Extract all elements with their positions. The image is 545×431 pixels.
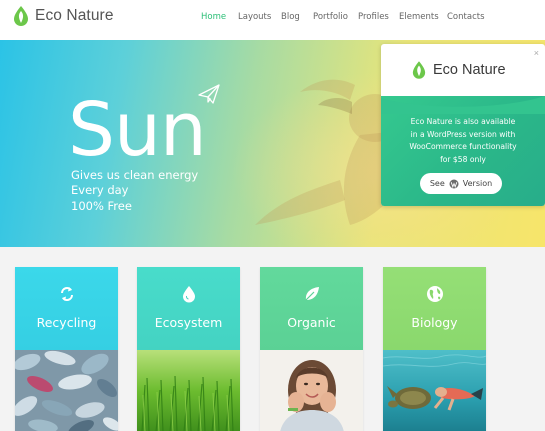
popup-body-line-2: in a WordPress version with — [410, 129, 516, 139]
diver-turtle-photo — [383, 350, 486, 431]
logo-text: Eco Nature — [35, 7, 114, 24]
smiling-woman-photo — [260, 350, 363, 431]
site-header: Eco Nature Home Layouts Blog Portfolio P… — [0, 0, 545, 40]
hero-title: Sun — [68, 87, 207, 173]
site-logo[interactable]: Eco Nature — [13, 5, 114, 27]
water-drop-icon — [137, 285, 240, 303]
popup-body-line-3: WooCommerce functionality — [409, 142, 517, 151]
close-icon[interactable]: × — [534, 48, 539, 58]
popup-brand: Eco Nature — [412, 60, 506, 80]
globe-icon — [383, 285, 486, 303]
feature-card-organic[interactable]: Organic — [260, 267, 363, 431]
card-title: Organic — [287, 315, 336, 330]
hero-line-1: Gives us clean energy — [71, 168, 199, 182]
feature-card-recycling[interactable]: Recycling — [15, 267, 118, 431]
hero-line-3: 100% Free — [71, 199, 132, 213]
leaf-icon — [260, 285, 363, 303]
popup-body-line-1: Eco Nature is also available — [410, 117, 516, 126]
popup-wave-divider — [381, 96, 545, 114]
leaf-drop-logo-icon — [14, 6, 28, 26]
card-header — [260, 267, 363, 350]
nav-item-layouts[interactable]: Layouts — [238, 12, 271, 22]
see-wordpress-version-button[interactable]: See Version — [420, 173, 502, 194]
grass-photo — [137, 350, 240, 431]
nav-item-contacts[interactable]: Contacts — [447, 12, 485, 22]
card-title: Biology — [411, 315, 458, 330]
nav-item-elements[interactable]: Elements — [399, 12, 439, 22]
popup-brand-text: Eco Nature — [433, 62, 506, 78]
nav-item-blog[interactable]: Blog — [281, 12, 300, 22]
popup-body-line-4: for $58 only — [440, 154, 486, 164]
wordpress-icon — [449, 179, 459, 188]
card-title: Ecosystem — [154, 315, 223, 330]
feature-card-biology[interactable]: Biology — [383, 267, 486, 431]
button-suffix: Version — [462, 179, 493, 188]
recycle-icon — [15, 285, 118, 303]
feature-card-ecosystem[interactable]: Ecosystem — [137, 267, 240, 431]
nav-item-portfolio[interactable]: Portfolio — [313, 12, 348, 22]
nav-item-profiles[interactable]: Profiles — [358, 12, 389, 22]
card-title: Recycling — [36, 315, 97, 330]
card-header — [15, 267, 118, 350]
hero-line-2: Every day — [71, 183, 129, 197]
leaf-drop-logo-icon — [412, 61, 426, 79]
card-header — [383, 267, 486, 350]
nav-item-home[interactable]: Home — [201, 12, 226, 22]
card-header — [137, 267, 240, 350]
button-prefix: See — [429, 179, 445, 188]
page: Eco Nature Home Layouts Blog Portfolio P… — [0, 0, 545, 431]
recycling-bottles-photo — [15, 350, 118, 431]
wordpress-promo-popup: × Eco Nature Eco Nature is also availabl… — [381, 44, 545, 206]
